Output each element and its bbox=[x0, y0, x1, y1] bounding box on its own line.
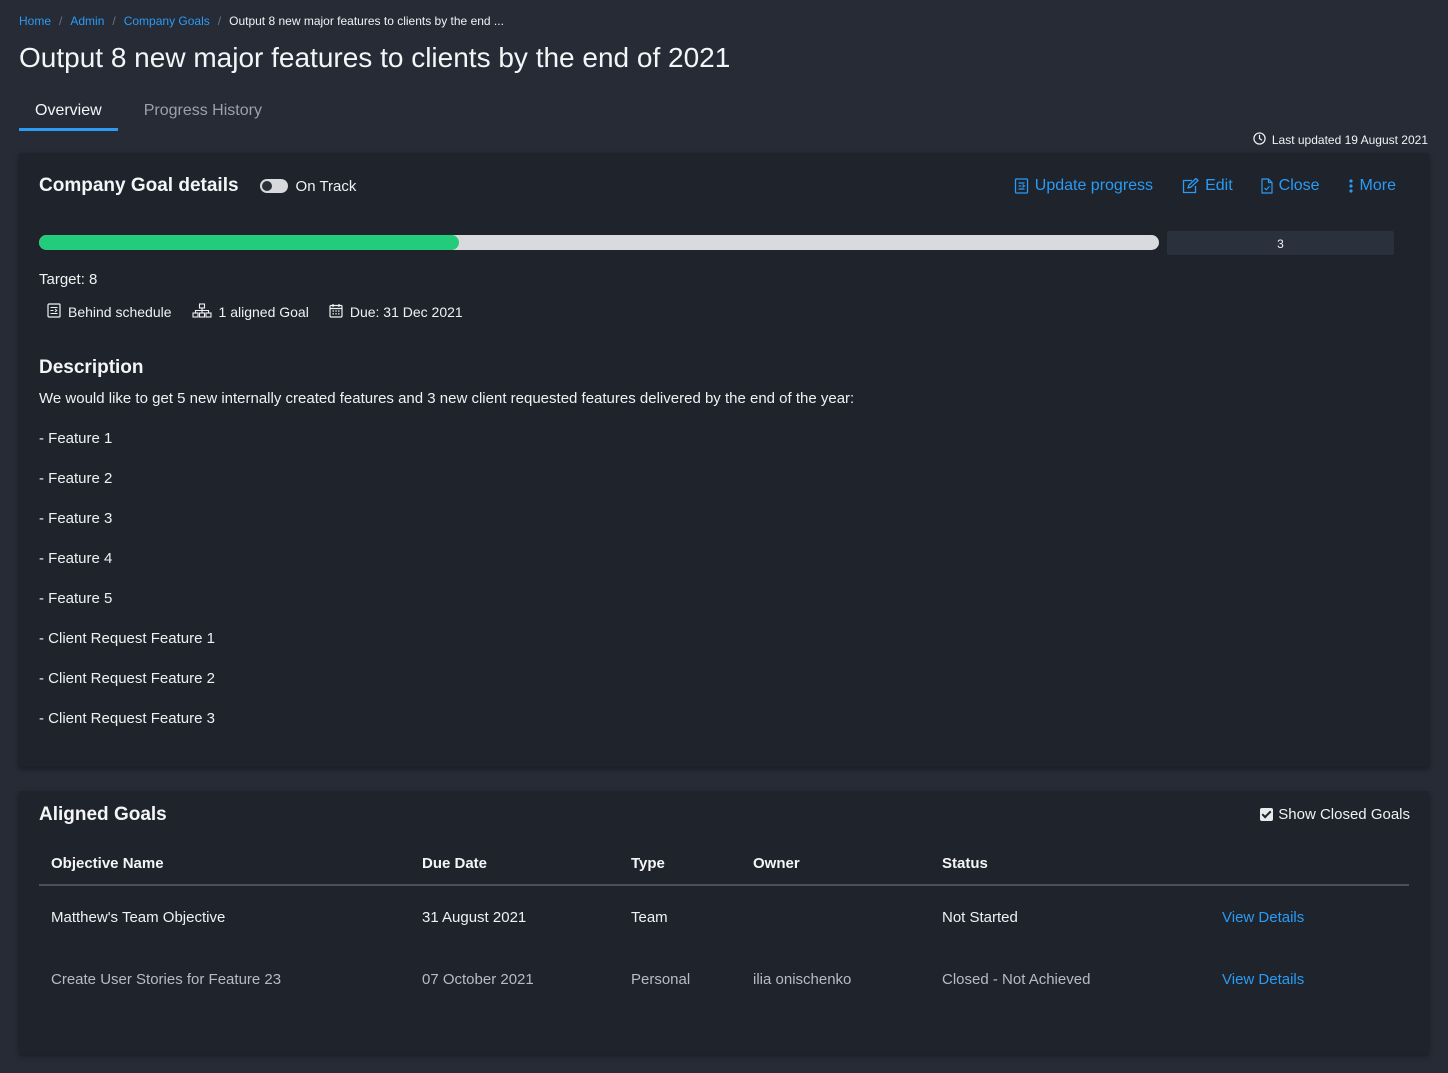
close-document-icon bbox=[1261, 178, 1273, 194]
progress-bar-fill bbox=[39, 235, 459, 250]
aligned-goals-table: Objective Name Due Date Type Owner Statu… bbox=[39, 843, 1409, 1010]
type-cell: Team bbox=[631, 908, 668, 926]
description-item: - Client Request Feature 1 bbox=[39, 630, 215, 647]
breadcrumb-separator: / bbox=[217, 14, 222, 28]
details-title: Company Goal details bbox=[39, 175, 239, 196]
column-header-due-date[interactable]: Due Date bbox=[422, 855, 631, 872]
column-header-objective-name[interactable]: Objective Name bbox=[39, 855, 422, 872]
table-header: Objective Name Due Date Type Owner Statu… bbox=[39, 843, 1409, 886]
objective-name-cell: Matthew's Team Objective bbox=[51, 908, 226, 926]
breadcrumb-company-goals-link[interactable]: Company Goals bbox=[124, 14, 210, 28]
tab-overview[interactable]: Overview bbox=[19, 96, 118, 131]
description-item: - Feature 4 bbox=[39, 550, 113, 567]
last-updated-text: Last updated 19 August 2021 bbox=[1271, 133, 1428, 147]
table-row: Create User Stories for Feature 23 07 Oc… bbox=[39, 948, 1409, 1010]
description-title: Description bbox=[39, 357, 144, 378]
description-item: - Client Request Feature 2 bbox=[39, 670, 215, 687]
breadcrumb-separator: / bbox=[112, 14, 116, 28]
due-date-cell: 07 October 2021 bbox=[422, 970, 534, 988]
goal-details-card: Company Goal details On Track Update pro… bbox=[19, 153, 1429, 767]
update-progress-button[interactable]: Update progress bbox=[1014, 177, 1153, 195]
view-details-link[interactable]: View Details bbox=[1222, 909, 1304, 926]
show-closed-goals-checkbox[interactable] bbox=[1260, 808, 1274, 821]
target-label: Target: 8 bbox=[39, 271, 98, 288]
show-closed-goals[interactable]: Show Closed Goals bbox=[1260, 806, 1410, 823]
close-label: Close bbox=[1278, 177, 1320, 194]
progress-value-field[interactable]: 3 bbox=[1167, 231, 1394, 255]
details-actions: Update progress Edit Close More bbox=[986, 177, 1396, 195]
update-progress-label: Update progress bbox=[1034, 177, 1154, 194]
status-cell: Not Started bbox=[942, 908, 1018, 926]
hierarchy-icon bbox=[191, 303, 212, 321]
tab-bar: Overview Progress History bbox=[19, 96, 278, 131]
view-details-link[interactable]: View Details bbox=[1222, 971, 1304, 988]
on-track-toggle[interactable] bbox=[259, 179, 288, 193]
aligned-goals-title: Aligned Goals bbox=[39, 804, 167, 825]
breadcrumb-admin-link[interactable]: Admin bbox=[70, 14, 104, 28]
due-date-text: Due: 31 Dec 2021 bbox=[349, 304, 463, 320]
column-header-status[interactable]: Status bbox=[942, 855, 1222, 872]
clock-icon bbox=[1253, 132, 1266, 148]
progress-bar bbox=[39, 235, 1159, 250]
calendar-icon bbox=[329, 303, 343, 321]
column-header-owner[interactable]: Owner bbox=[753, 855, 942, 872]
close-button[interactable]: Close bbox=[1261, 177, 1320, 195]
edit-button[interactable]: Edit bbox=[1181, 177, 1233, 195]
more-button[interactable]: More bbox=[1348, 177, 1396, 195]
update-progress-icon bbox=[1014, 178, 1029, 194]
breadcrumb-current: Output 8 new major features to clients b… bbox=[229, 14, 504, 28]
vertical-ellipsis-icon bbox=[1348, 178, 1354, 194]
description-intro: We would like to get 5 new internally cr… bbox=[39, 390, 855, 407]
description-item: - Feature 1 bbox=[39, 430, 113, 447]
objective-name-cell: Create User Stories for Feature 23 bbox=[51, 970, 282, 988]
due-date: Due: 31 Dec 2021 bbox=[329, 303, 463, 321]
details-header: Company Goal details On Track bbox=[39, 175, 356, 197]
status-cell: Closed - Not Achieved bbox=[942, 970, 1091, 988]
show-closed-goals-label: Show Closed Goals bbox=[1278, 806, 1410, 823]
description-list: - Feature 1 - Feature 2 - Feature 3 - Fe… bbox=[39, 430, 215, 750]
aligned-goals-text: 1 aligned Goal bbox=[218, 304, 309, 320]
schedule-status: Behind schedule bbox=[47, 303, 172, 321]
schedule-icon bbox=[47, 303, 61, 321]
edit-label: Edit bbox=[1205, 177, 1233, 194]
aligned-goals-count: 1 aligned Goal bbox=[191, 303, 309, 321]
edit-icon bbox=[1181, 178, 1199, 194]
description-item: - Feature 5 bbox=[39, 590, 113, 607]
description-item: - Feature 3 bbox=[39, 510, 113, 527]
due-date-cell: 31 August 2021 bbox=[422, 908, 527, 926]
column-header-type[interactable]: Type bbox=[631, 855, 753, 872]
page-title: Output 8 new major features to clients b… bbox=[19, 42, 731, 73]
breadcrumb-separator: / bbox=[59, 14, 63, 28]
table-row: Matthew's Team Objective 31 August 2021 … bbox=[39, 886, 1409, 948]
last-updated: Last updated 19 August 2021 bbox=[1253, 132, 1428, 148]
on-track-label: On Track bbox=[295, 177, 357, 195]
more-label: More bbox=[1359, 177, 1396, 194]
type-cell: Personal bbox=[631, 970, 691, 988]
tab-progress-history[interactable]: Progress History bbox=[128, 96, 278, 131]
schedule-text: Behind schedule bbox=[68, 304, 172, 320]
owner-cell: ilia onischenko bbox=[753, 970, 852, 988]
description-item: - Client Request Feature 3 bbox=[39, 710, 215, 727]
description-item: - Feature 2 bbox=[39, 470, 113, 487]
breadcrumb-home-link[interactable]: Home bbox=[19, 14, 51, 28]
goal-meta: Behind schedule 1 aligned Goal Due: 31 D… bbox=[47, 303, 483, 321]
aligned-goals-card: Aligned Goals Show Closed Goals Objectiv… bbox=[19, 791, 1429, 1054]
breadcrumb: Home / Admin / Company Goals / Output 8 … bbox=[19, 14, 504, 28]
